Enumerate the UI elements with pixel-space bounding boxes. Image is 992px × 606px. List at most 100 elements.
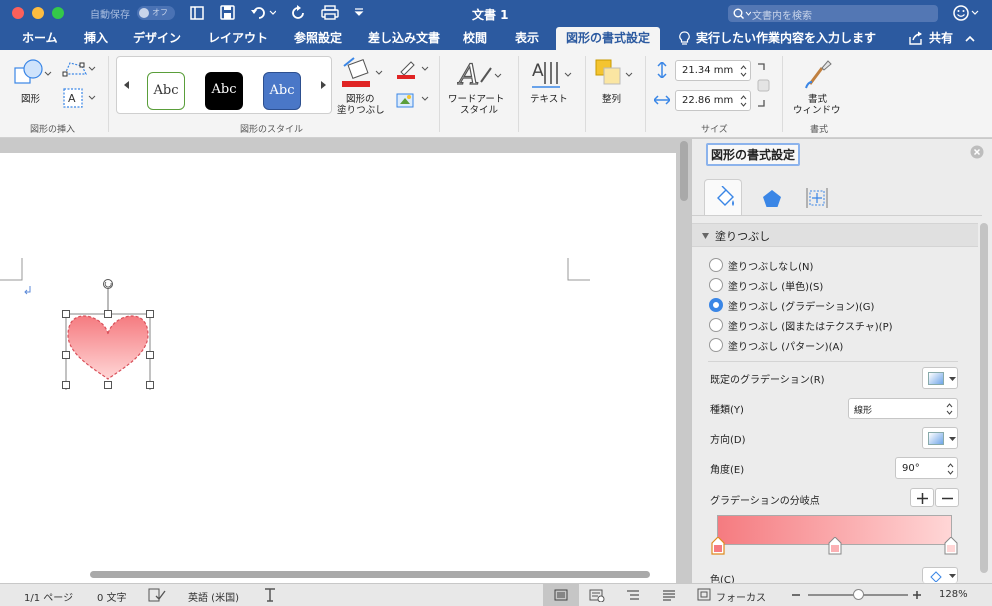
height-stepper-icon[interactable] xyxy=(740,64,747,78)
svg-text:A: A xyxy=(457,58,479,90)
radio-gradient-fill[interactable] xyxy=(709,298,723,312)
zoom-out-icon[interactable] xyxy=(791,590,801,600)
arrange-icon[interactable] xyxy=(594,58,634,90)
text-direction-icon[interactable]: A xyxy=(530,58,574,90)
zoom-slider-knob[interactable] xyxy=(853,589,864,600)
style-preset-black[interactable]: Abc xyxy=(205,72,243,110)
customize-toolbar-icon[interactable] xyxy=(354,8,364,16)
track-changes-icon[interactable] xyxy=(263,587,277,603)
add-stop-button[interactable] xyxy=(910,488,934,507)
text-box-icon[interactable]: A xyxy=(62,87,96,109)
edit-shape-icon[interactable] xyxy=(62,60,96,78)
print-layout-view-button[interactable] xyxy=(543,584,579,606)
format-group-label: 書式 xyxy=(810,125,829,135)
layout-properties-icon[interactable] xyxy=(806,187,828,209)
document-page[interactable]: ﾞ xyxy=(0,153,676,583)
outline-view-icon[interactable] xyxy=(626,589,640,602)
heart-shape[interactable] xyxy=(60,275,160,390)
collapse-ribbon-icon[interactable] xyxy=(965,35,975,42)
share-icon[interactable] xyxy=(908,31,924,45)
gallery-next-icon[interactable] xyxy=(320,80,327,90)
text-fragment: ﾞ xyxy=(0,279,2,295)
option-solid-fill: 塗りつぶし (単色)(S) xyxy=(728,282,824,293)
save-icon[interactable] xyxy=(220,5,235,20)
tab-shape-format[interactable]: 図形の書式設定 xyxy=(556,27,661,50)
width-stepper-icon[interactable] xyxy=(740,94,747,108)
radio-no-fill[interactable] xyxy=(709,258,723,272)
focus-icon[interactable] xyxy=(697,588,711,601)
remove-stop-button[interactable] xyxy=(935,488,959,507)
tab-layout[interactable]: レイアウト xyxy=(208,27,268,50)
tab-view[interactable]: 表示 xyxy=(515,27,539,50)
proofing-icon[interactable] xyxy=(148,588,166,602)
page-count[interactable]: 1/1 ページ xyxy=(24,589,73,604)
tab-references[interactable]: 参照設定 xyxy=(294,27,342,50)
account-smiley-icon[interactable] xyxy=(953,5,981,22)
focus-button[interactable]: フォーカス xyxy=(716,589,766,604)
width-field[interactable]: 22.86 mm xyxy=(675,90,751,111)
horizontal-scrollbar-thumb[interactable] xyxy=(90,571,650,578)
search-box[interactable]: 文書内を検索 xyxy=(728,5,938,22)
lock-aspect-ratio-icon[interactable] xyxy=(756,62,772,108)
wordart-styles-icon[interactable]: A xyxy=(457,58,503,90)
tab-fill-line[interactable] xyxy=(704,179,742,215)
word-count[interactable]: 0 文字 xyxy=(97,589,127,604)
maximize-window-button[interactable] xyxy=(52,7,64,19)
radio-solid-fill[interactable] xyxy=(709,278,723,292)
undo-icon[interactable] xyxy=(250,5,276,20)
share-button[interactable]: 共有 xyxy=(929,27,953,50)
shapes-icon[interactable] xyxy=(14,58,52,90)
format-pane-label-1: 書式 xyxy=(808,94,828,105)
shape-styles-gallery[interactable]: Abc Abc Abc xyxy=(116,56,332,114)
shape-fill-icon[interactable] xyxy=(340,56,384,90)
zoom-in-icon[interactable] xyxy=(912,590,922,600)
radio-pattern-fill[interactable] xyxy=(709,338,723,352)
gallery-prev-icon[interactable] xyxy=(123,80,130,90)
gradient-stop-2[interactable] xyxy=(828,537,842,555)
height-field[interactable]: 21.34 mm xyxy=(675,60,751,81)
ribbon-tab-bar: ホーム 挿入 デザイン レイアウト 参照設定 差し込み文書 校閲 表示 図形の書… xyxy=(0,27,992,50)
web-layout-icon[interactable] xyxy=(589,589,605,602)
shape-effects-icon[interactable] xyxy=(395,90,429,110)
radio-picture-fill[interactable] xyxy=(709,318,723,332)
language-status[interactable]: 英語 (米国) xyxy=(188,589,239,604)
direction-dropdown[interactable] xyxy=(922,427,958,449)
gradient-type-select[interactable]: 線形 xyxy=(848,398,958,419)
height-icon xyxy=(657,62,667,78)
toggle-knob-icon xyxy=(139,8,149,18)
fill-section-title: 塗りつぶし xyxy=(715,230,771,243)
angle-field[interactable]: 90° xyxy=(895,457,958,479)
gradient-stop-3[interactable] xyxy=(944,537,958,555)
zoom-percent[interactable]: 128% xyxy=(939,589,968,600)
style-preset-outline[interactable]: Abc xyxy=(147,72,185,110)
vertical-scrollbar-thumb[interactable] xyxy=(680,141,688,201)
tab-mailings[interactable]: 差し込み文書 xyxy=(368,27,440,50)
sidebar-toggle-icon[interactable] xyxy=(190,6,204,20)
pane-scrollbar[interactable] xyxy=(980,223,988,573)
plus-icon xyxy=(917,493,928,504)
gradient-stop-1[interactable] xyxy=(711,537,725,555)
width-icon xyxy=(654,95,670,105)
redo-icon[interactable] xyxy=(292,5,307,20)
pentagon-effects-icon[interactable] xyxy=(762,189,782,209)
document-area: ﾞ xyxy=(0,139,691,583)
tab-home[interactable]: ホーム xyxy=(22,27,58,50)
shape-outline-icon[interactable] xyxy=(395,60,429,80)
pane-close-icon[interactable] xyxy=(970,145,984,159)
tab-design[interactable]: デザイン xyxy=(133,27,181,50)
format-pane-icon[interactable] xyxy=(804,58,834,90)
margin-corner-top-right xyxy=(567,258,590,281)
preset-gradients-dropdown[interactable] xyxy=(922,367,958,389)
style-preset-blue[interactable]: Abc xyxy=(263,72,301,110)
tell-me-search[interactable]: 実行したい作業内容を入力します xyxy=(696,27,876,50)
fill-section-header[interactable]: 塗りつぶし xyxy=(692,223,978,247)
tab-review[interactable]: 校閲 xyxy=(463,27,487,50)
autosave-toggle[interactable]: オフ xyxy=(137,6,175,20)
close-window-button[interactable] xyxy=(12,7,24,19)
print-icon[interactable] xyxy=(321,5,339,20)
color-picker-button[interactable] xyxy=(922,567,958,583)
tab-insert[interactable]: 挿入 xyxy=(84,27,108,50)
draft-view-icon[interactable] xyxy=(662,589,676,602)
minimize-window-button[interactable] xyxy=(32,7,44,19)
angle-stepper-icon[interactable] xyxy=(947,462,954,476)
